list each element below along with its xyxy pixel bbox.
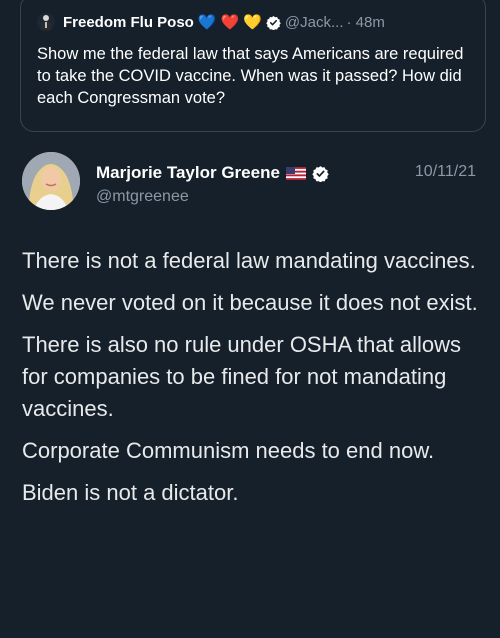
quoted-author-handle[interactable]: @Jack... <box>285 14 344 31</box>
tweet-paragraph: There is also no rule under OSHA that al… <box>22 332 462 421</box>
quoted-verified-badge-icon <box>266 15 281 30</box>
tweet-paragraph: Biden is not a dictator. <box>22 480 239 505</box>
author-name-row: Marjorie Taylor Greene <box>96 163 329 183</box>
author-avatar[interactable] <box>22 152 80 210</box>
us-flag-icon <box>285 166 306 180</box>
author-verified-badge-icon <box>312 165 329 182</box>
tweet-paragraph: Corporate Communism needs to end now. <box>22 438 435 463</box>
tweet-paragraph: There is not a federal law mandating vac… <box>22 248 476 273</box>
red-heart-icon: ❤️ <box>220 14 240 31</box>
quoted-tweet-text: Show me the federal law that says Americ… <box>37 45 464 107</box>
tweet-date[interactable]: 10/11/21 <box>415 163 476 181</box>
author-name[interactable]: Marjorie Taylor Greene <box>96 163 280 183</box>
quoted-avatar-icon[interactable] <box>37 13 55 31</box>
quoted-tweet-time[interactable]: · 48m <box>347 14 385 31</box>
quoted-tweet-header: Freedom Flu Poso 💙 ❤️ 💛 @Jack... · 48m <box>37 13 385 31</box>
blue-heart-icon: 💙 <box>197 14 217 31</box>
tweet-paragraph: We never voted on it because it does not… <box>22 290 478 315</box>
quoted-author-name[interactable]: Freedom Flu Poso <box>63 14 194 31</box>
tweet-body: There is not a federal law mandating vac… <box>22 245 484 519</box>
quoted-tweet-card[interactable]: Freedom Flu Poso 💙 ❤️ 💛 @Jack... · 48m S… <box>20 0 486 132</box>
yellow-heart-icon: 💛 <box>243 14 262 31</box>
author-handle[interactable]: @mtgreenee <box>96 188 189 206</box>
tweet-screen: Freedom Flu Poso 💙 ❤️ 💛 @Jack... · 48m S… <box>0 0 500 638</box>
